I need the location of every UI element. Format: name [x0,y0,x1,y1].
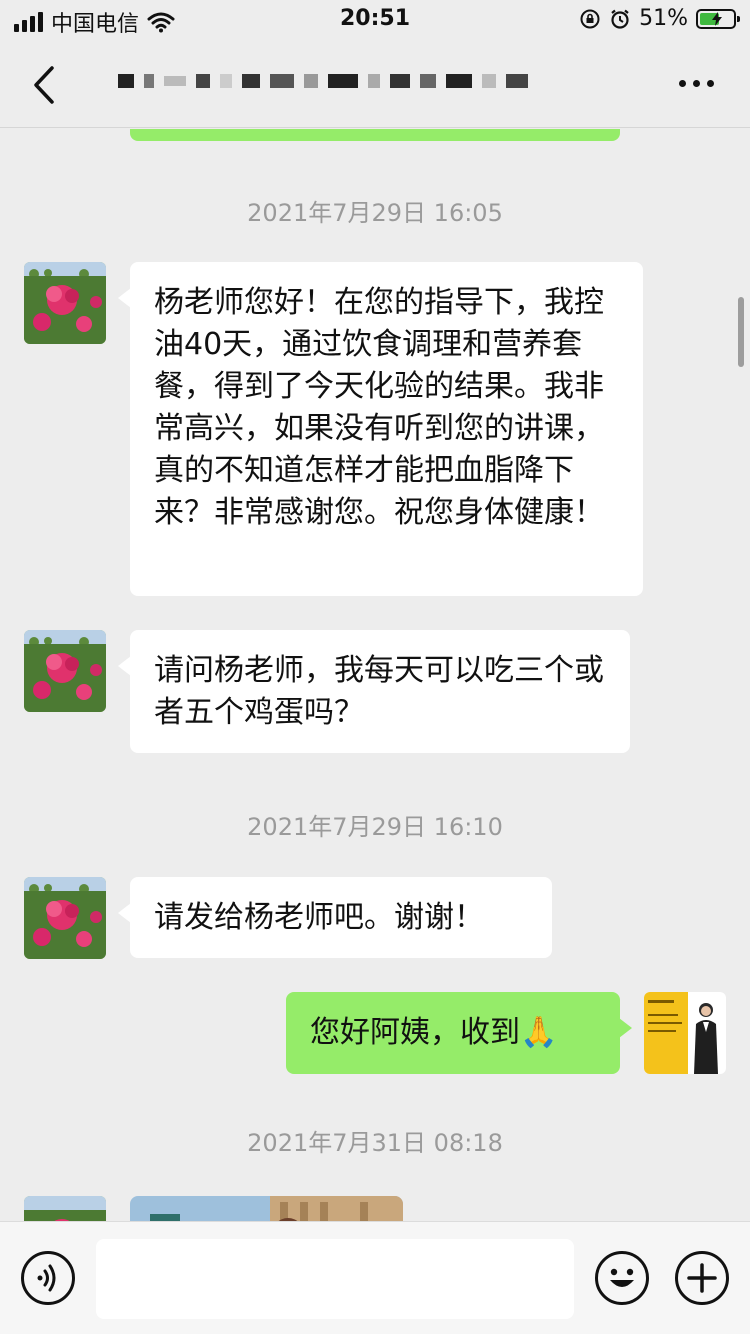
more-button[interactable] [679,80,714,87]
add-button[interactable] [675,1251,729,1305]
status-right: 51% [579,6,740,31]
flower-avatar[interactable] [24,877,106,959]
chevron-left-icon [34,66,54,104]
back-button[interactable] [26,62,66,108]
message-input[interactable] [96,1239,574,1319]
input-bar [0,1221,750,1334]
previous-outgoing-bubble [130,129,620,141]
message-bubble[interactable]: 请问杨老师，我每天可以吃三个或者五个鸡蛋吗？ [118,630,630,753]
timestamp: 2021年7月29日 16:05 [247,199,503,227]
alarm-icon [611,9,629,29]
orientation-lock-icon [580,9,600,28]
voice-button[interactable] [21,1251,75,1305]
message-bubble-outgoing[interactable]: 您好阿姨，收到🙏 [286,992,632,1074]
timestamp: 2021年7月31日 08:18 [247,1129,503,1157]
flower-avatar[interactable] [24,1196,106,1221]
more-dots-icon [679,80,686,87]
plus-icon [687,1263,717,1293]
emoji-icon [610,1268,634,1287]
chat-title-pixelated [118,74,528,88]
flower-avatar[interactable] [24,262,106,344]
business-card-avatar[interactable] [644,992,726,1074]
status-bar: 中国电信 20:51 51% [0,0,750,42]
message-bubble[interactable]: 杨老师您好！在您的指导下，我控油40天，通过饮食调理和营养套餐，得到了今天化验的… [118,262,643,596]
emoji-button[interactable] [595,1251,649,1305]
message-bubble[interactable]: 请发给杨老师吧。谢谢！ [118,877,552,958]
battery-percent: 51% [639,6,688,31]
voice-icon [37,1264,56,1292]
battery-charging-icon [696,8,740,29]
scroll-indicator[interactable] [738,297,744,367]
timestamp: 2021年7月29日 16:10 [247,813,503,841]
chat-area[interactable]: 2021年7月29日 16:05 杨老师您好！在您的指导下，我控油40天，通过饮… [0,129,750,1221]
flower-avatar[interactable] [24,630,106,712]
image-message-preview[interactable] [130,1196,403,1221]
chat-header [0,42,750,128]
